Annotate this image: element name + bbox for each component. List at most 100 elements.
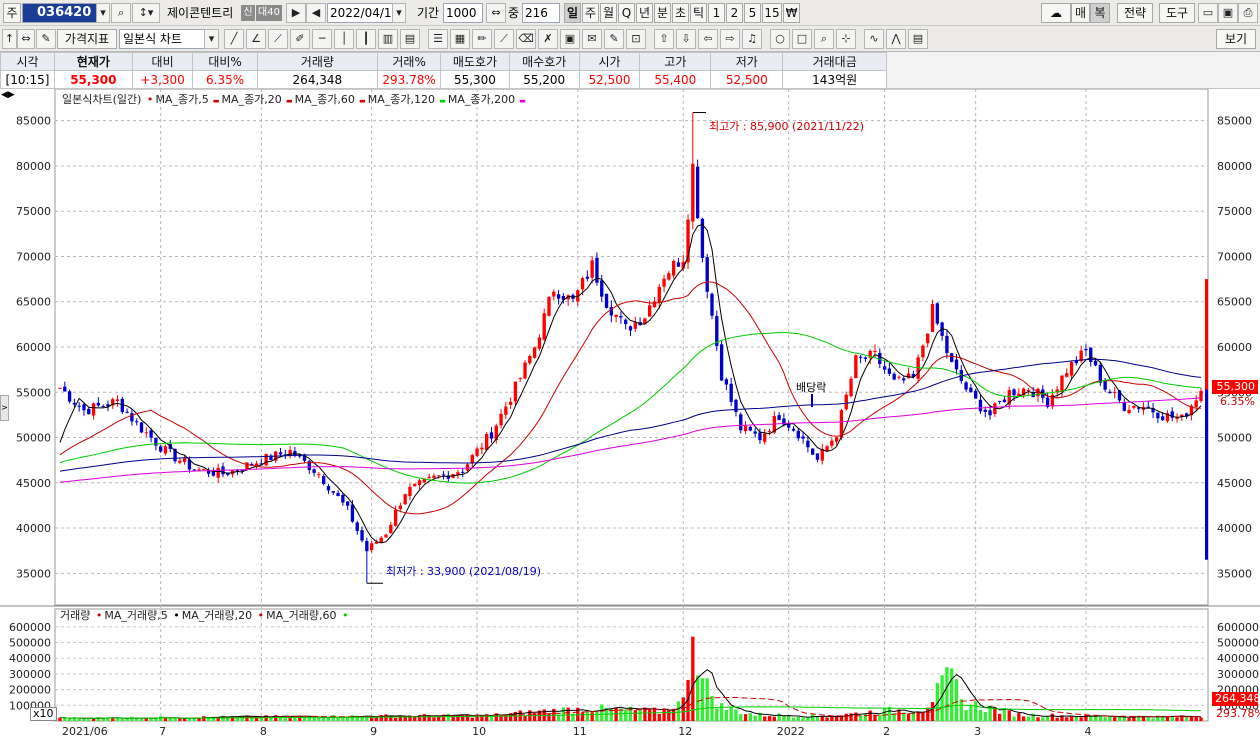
side-panel-toggle[interactable]: > bbox=[0, 395, 9, 421]
erase-tool-icon[interactable]: ⌫ bbox=[516, 29, 536, 49]
table-tool-icon[interactable]: ☰ bbox=[428, 29, 448, 49]
cloud-icon[interactable]: ☁ bbox=[1041, 3, 1071, 23]
wave-tool-icon[interactable]: ∿ bbox=[864, 29, 884, 49]
interval-button[interactable]: 틱 bbox=[690, 3, 707, 23]
interval-button[interactable]: 분 bbox=[654, 3, 671, 23]
bars2-tool-icon[interactable]: ▦ bbox=[450, 29, 470, 49]
chart-type-dropdown-icon[interactable]: ▾ bbox=[204, 29, 219, 49]
interval-button[interactable]: Q bbox=[618, 3, 635, 23]
interval-button[interactable]: 주 bbox=[582, 3, 599, 23]
stock-chart[interactable]: 35000 35000 40000 40000 45000 45000 50000 50000… bbox=[0, 88, 1260, 738]
volume-tick-label-left: 600000 bbox=[9, 621, 51, 634]
candle-body bbox=[312, 469, 316, 473]
indicator-button[interactable]: 가격지표 bbox=[57, 29, 117, 49]
center-input[interactable]: 216 bbox=[522, 3, 560, 23]
interval-button[interactable]: 5 bbox=[744, 3, 761, 23]
volume-bar bbox=[1050, 713, 1055, 721]
left-tool-icon[interactable]: ⇦ bbox=[698, 29, 718, 49]
line-tool-icon[interactable]: ╱ bbox=[224, 29, 244, 49]
up-tool-icon[interactable]: ⇧ bbox=[654, 29, 674, 49]
wave2-tool-icon[interactable]: ⋀ bbox=[886, 29, 906, 49]
doc-tool-icon[interactable]: ♫ bbox=[742, 29, 762, 49]
candle-body bbox=[408, 486, 412, 497]
angle-tool-icon[interactable]: ∠ bbox=[246, 29, 266, 49]
candle-body bbox=[322, 476, 326, 484]
edit-icon[interactable]: ✎ bbox=[36, 29, 56, 49]
clip-tool-icon[interactable]: ⊡ bbox=[626, 29, 646, 49]
select-tool-icon[interactable]: ✗ bbox=[538, 29, 558, 49]
tools-button[interactable]: 도구 bbox=[1159, 3, 1195, 23]
buy-button[interactable]: 매 bbox=[1071, 3, 1090, 23]
market-button[interactable]: 주 bbox=[3, 3, 21, 23]
memo-tool-icon[interactable]: ✎ bbox=[604, 29, 624, 49]
period-label: 기간 bbox=[417, 6, 440, 20]
quote-header: 현재가 bbox=[54, 52, 133, 71]
interval-button[interactable]: ₩ bbox=[783, 3, 800, 23]
rect-tool-icon[interactable]: □ bbox=[792, 29, 812, 49]
interval-button[interactable]: 년 bbox=[636, 3, 653, 23]
volume-tick-label-right: 400000 bbox=[1217, 652, 1259, 665]
pen-tool-icon[interactable]: ✏ bbox=[472, 29, 492, 49]
stock-code-input[interactable]: 036420 bbox=[22, 3, 97, 23]
high-annotation: 최고가 : 85,900 (2021/11/22) bbox=[709, 120, 865, 133]
strategy-button[interactable]: 전략 bbox=[1117, 3, 1153, 23]
multi-tool-icon[interactable]: ▤ bbox=[400, 29, 420, 49]
legend-swatch: ▬ bbox=[210, 97, 220, 105]
expand-icon[interactable]: ⇔ bbox=[17, 29, 35, 49]
scroll-icon[interactable]: ⇔ bbox=[486, 3, 506, 23]
volume-bar bbox=[1084, 714, 1088, 721]
image-tool-icon[interactable]: ▤ bbox=[908, 29, 928, 49]
date-input[interactable]: 2022/04/15 bbox=[327, 3, 399, 23]
volume-bar bbox=[906, 713, 911, 721]
interval-button[interactable]: 일 bbox=[564, 3, 581, 23]
sort-icon[interactable]: ↕▾ bbox=[132, 3, 160, 23]
candle-body bbox=[906, 373, 911, 379]
trend-tool-icon[interactable]: ⟋ bbox=[268, 29, 288, 49]
volume-bar bbox=[422, 714, 427, 721]
interval-button[interactable]: 15 bbox=[762, 3, 782, 23]
volume-bar bbox=[1074, 716, 1079, 721]
zoom-tool-icon[interactable]: ⌕ bbox=[814, 29, 834, 49]
price-tick-label-left: 55000 bbox=[16, 386, 51, 399]
calendar-dropdown-icon[interactable]: ▾ bbox=[392, 3, 406, 23]
volume-bar bbox=[1127, 718, 1131, 721]
code-dropdown-icon[interactable]: ▾ bbox=[96, 3, 110, 23]
volume-bar bbox=[446, 713, 450, 721]
grid-tool-icon[interactable]: ┃ bbox=[356, 29, 376, 49]
candle-body bbox=[619, 316, 623, 318]
period-input[interactable]: 1000 bbox=[443, 3, 483, 23]
circle-tool-icon[interactable]: ○ bbox=[770, 29, 790, 49]
draw-tool-icon[interactable]: ⟋ bbox=[494, 29, 514, 49]
vline-tool-icon[interactable]: │ bbox=[334, 29, 354, 49]
chart-area[interactable]: 35000 35000 40000 40000 45000 45000 50000 50000… bbox=[0, 88, 1260, 738]
next-stock-icon[interactable]: ▶ bbox=[286, 3, 306, 23]
print-icon[interactable]: ⎙ bbox=[1238, 3, 1258, 23]
open-folder-icon[interactable]: ▭ bbox=[1198, 3, 1218, 23]
bars-tool-icon[interactable]: ▥ bbox=[378, 29, 398, 49]
volume-bar bbox=[1021, 716, 1026, 721]
pan-arrows-icon[interactable]: ◀▶ bbox=[1, 90, 15, 100]
search-icon[interactable]: ⌕ bbox=[111, 3, 131, 23]
volume-bar bbox=[566, 707, 570, 721]
interval-button[interactable]: 2 bbox=[726, 3, 743, 23]
volume-bar bbox=[192, 718, 196, 721]
right-tool-icon[interactable]: ⇨ bbox=[720, 29, 740, 49]
prev-stock-icon[interactable]: ◀ bbox=[306, 3, 326, 23]
view-button[interactable]: 보기 bbox=[1216, 29, 1256, 49]
ma200-line bbox=[59, 397, 1202, 483]
fan-tool-icon[interactable]: ✐ bbox=[290, 29, 310, 49]
up-arrow-icon[interactable]: ↑ bbox=[2, 29, 17, 49]
stamp-tool-icon[interactable]: ▣ bbox=[560, 29, 580, 49]
compound-button[interactable]: 복 bbox=[1090, 3, 1110, 23]
interval-button[interactable]: 초 bbox=[672, 3, 689, 23]
cursor-tool-icon[interactable]: ⊹ bbox=[836, 29, 856, 49]
candle-body bbox=[149, 430, 153, 438]
quote-value: 55,400 bbox=[639, 70, 712, 89]
down-tool-icon[interactable]: ⇩ bbox=[676, 29, 696, 49]
note-tool-icon[interactable]: ✉ bbox=[582, 29, 602, 49]
interval-button[interactable]: 1 bbox=[708, 3, 725, 23]
hline-tool-icon[interactable]: ─ bbox=[312, 29, 332, 49]
save-icon[interactable]: ▣ bbox=[1218, 3, 1238, 23]
volume-bar bbox=[336, 717, 340, 721]
interval-button[interactable]: 월 bbox=[600, 3, 617, 23]
